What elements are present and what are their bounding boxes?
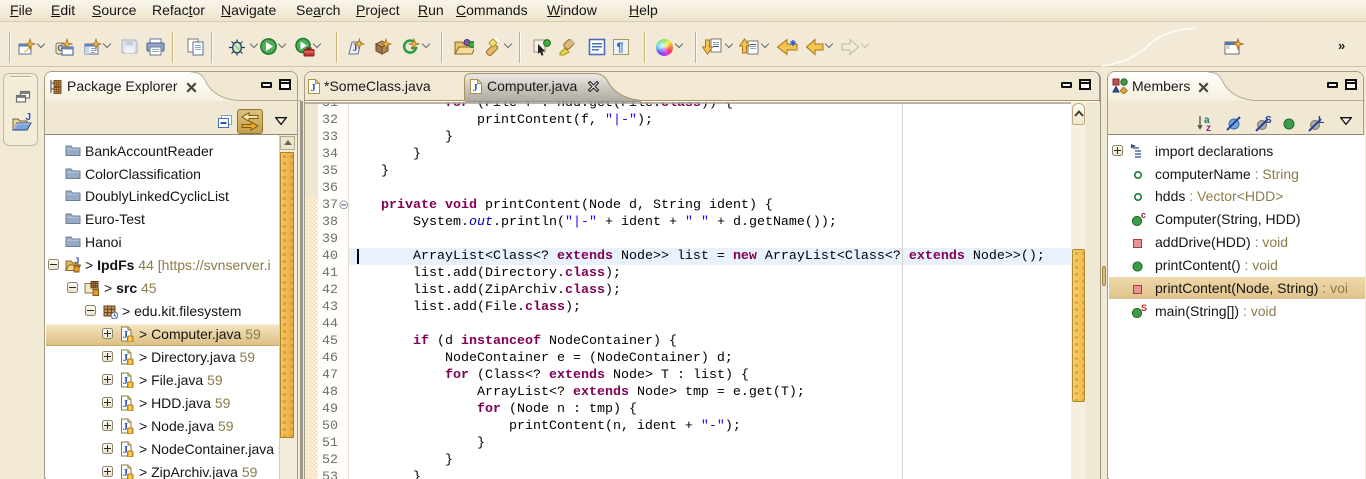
svg-text:J: J (26, 112, 32, 123)
svg-text:S: S (1141, 303, 1147, 313)
svg-text:J: J (311, 83, 316, 94)
svg-text:z: z (1206, 123, 1211, 133)
svg-text:J: J (75, 257, 80, 266)
svg-text:L: L (1318, 115, 1324, 126)
svg-text:c: c (1141, 211, 1146, 220)
svg-text:S: S (1265, 115, 1272, 126)
svg-text:J: J (473, 83, 478, 94)
svg-text:¶: ¶ (617, 40, 624, 55)
